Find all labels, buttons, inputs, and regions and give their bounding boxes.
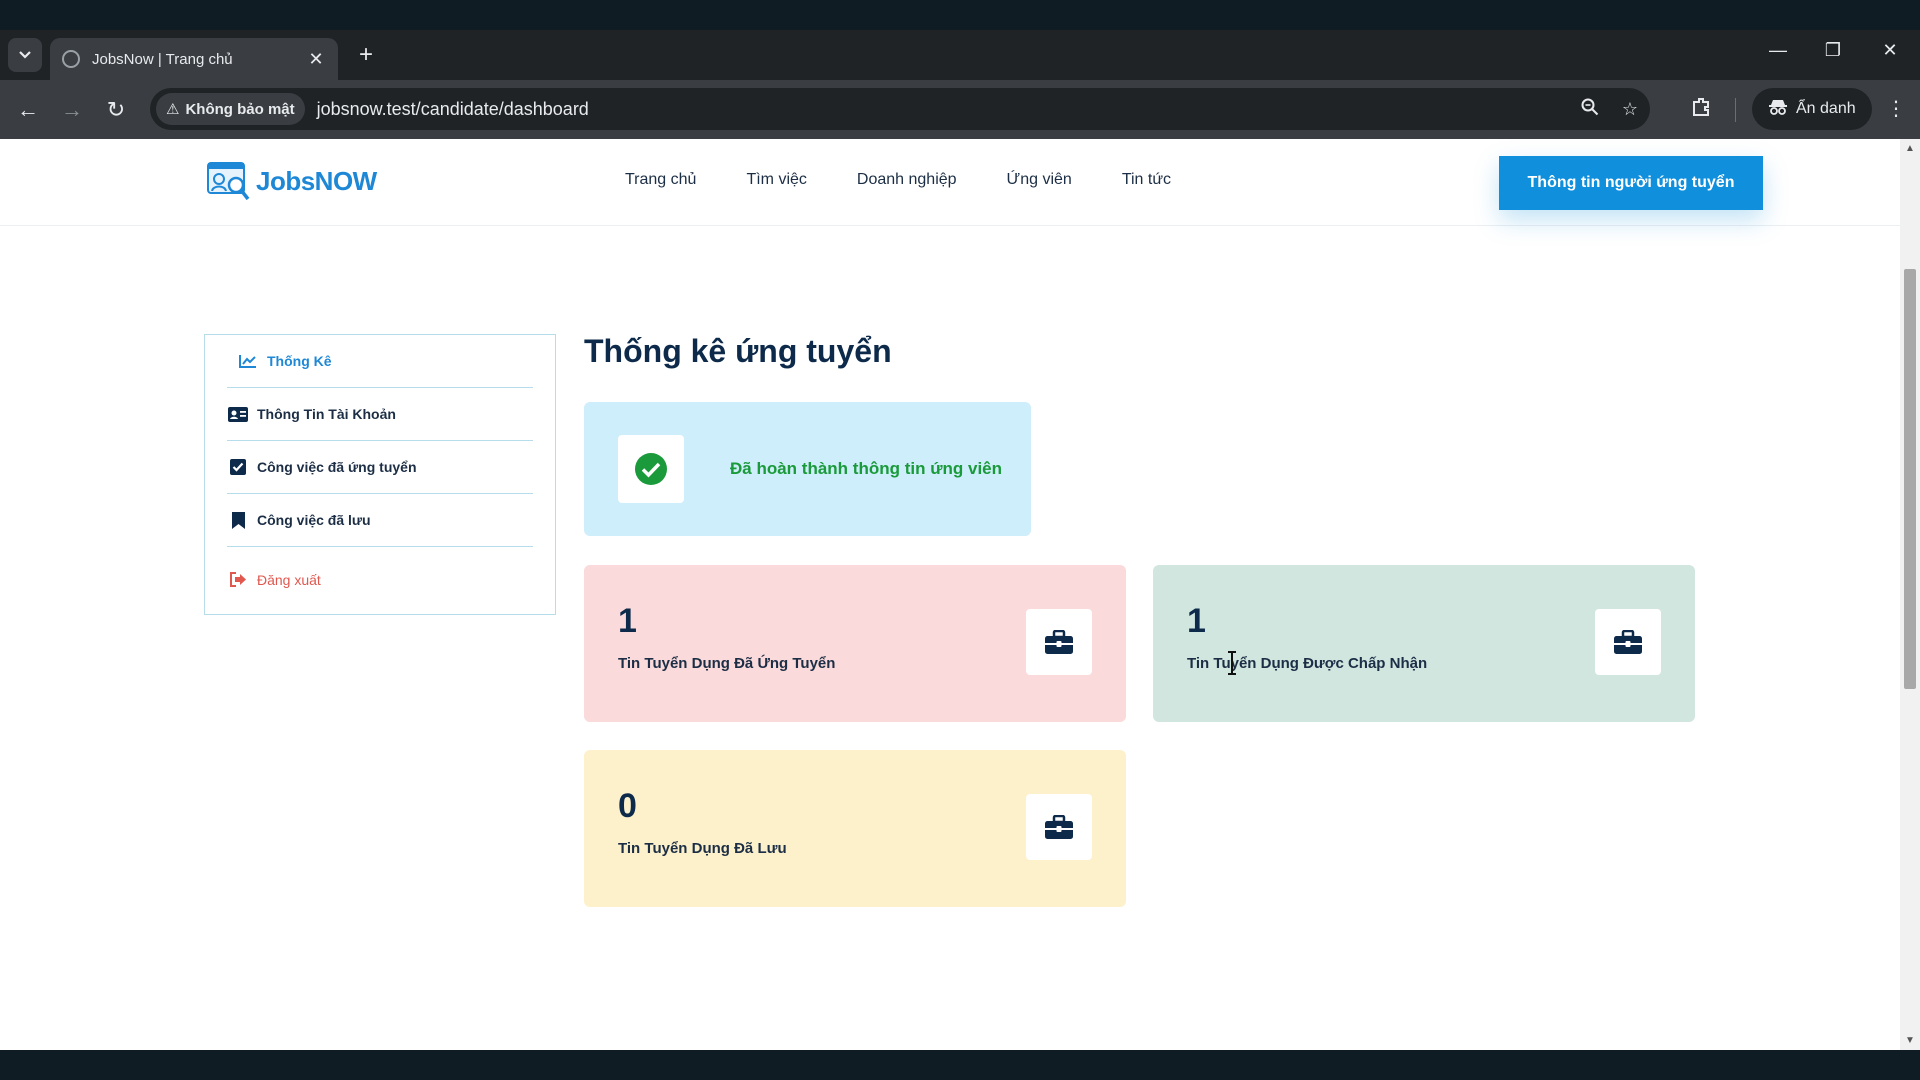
new-tab-button[interactable]: + [352, 42, 380, 70]
reload-icon[interactable]: ↻ [102, 96, 130, 124]
os-top-strip [0, 0, 1920, 30]
profile-complete-card: Đã hoàn thành thông tin ứng viên [584, 402, 1031, 536]
incognito-icon [1768, 99, 1788, 120]
stat-card-applied: 1 Tin Tuyển Dụng Đã Ứng Tuyển [584, 565, 1126, 722]
sidebar-item-label: Công việc đã ứng tuyển [257, 459, 417, 475]
scroll-down-icon[interactable]: ▼ [1900, 1035, 1920, 1046]
sidebar-item-applied-jobs[interactable]: Công việc đã ứng tuyển [227, 441, 533, 494]
sidebar-item-label: Công việc đã lưu [257, 512, 371, 528]
toolbar-divider [1735, 98, 1736, 122]
scrollbar-thumb[interactable] [1904, 269, 1916, 689]
url-text[interactable]: jobsnow.test/candidate/dashboard [317, 99, 1570, 120]
check-circle-icon [635, 453, 667, 485]
globe-icon [62, 50, 80, 68]
page-title: Thống kê ứng tuyển [584, 333, 892, 369]
back-icon[interactable]: ← [14, 96, 42, 124]
checkbox-icon [227, 459, 249, 475]
extensions-icon[interactable] [1690, 96, 1712, 124]
tab-search-button[interactable] [8, 38, 42, 72]
page-viewport: JobsNOW Trang chủ Tìm việc Doanh nghiệp … [0, 139, 1900, 1050]
nav-find-jobs[interactable]: Tìm việc [746, 171, 806, 189]
briefcase-icon [1595, 609, 1661, 675]
restore-icon[interactable]: ❐ [1813, 40, 1853, 61]
page-scrollbar[interactable]: ▲ ▼ [1900, 139, 1920, 1050]
profile-complete-message: Đã hoàn thành thông tin ứng viên [730, 459, 1003, 478]
sidebar-item-label: Thống Kê [267, 353, 332, 369]
candidate-info-button[interactable]: Thông tin người ứng tuyển [1499, 156, 1763, 210]
briefcase-icon [1026, 609, 1092, 675]
tab-close-icon[interactable]: ✕ [306, 49, 326, 70]
bookmark-star-icon[interactable]: ☆ [1610, 99, 1650, 120]
nav-companies[interactable]: Doanh nghiệp [857, 171, 957, 189]
check-badge [618, 435, 684, 503]
briefcase-icon [1026, 794, 1092, 860]
bookmark-icon [227, 511, 249, 529]
logout-icon [227, 572, 249, 587]
scroll-up-icon[interactable]: ▲ [1900, 143, 1920, 154]
site-header: JobsNOW Trang chủ Tìm việc Doanh nghiệp … [0, 139, 1900, 226]
main-nav: Trang chủ Tìm việc Doanh nghiệp Ứng viên… [625, 171, 1221, 189]
sidebar-item-account[interactable]: Thông Tin Tài Khoản [227, 388, 533, 441]
logo-text: JobsNOW [256, 165, 377, 196]
zoom-icon[interactable] [1570, 98, 1610, 121]
id-card-icon [227, 406, 249, 422]
stat-card-accepted: 1 Tin Tuyển Dụng Được Chấp Nhận [1153, 565, 1695, 722]
browser-toolbar: ← → ↻ ⚠ Không bảo mật jobsnow.test/candi… [0, 80, 1920, 139]
window-close-icon[interactable]: ✕ [1870, 40, 1910, 61]
menu-icon[interactable]: ⋮ [1886, 96, 1906, 121]
stat-value: 0 [618, 787, 637, 825]
sidebar-item-label: Đăng xuất [257, 571, 321, 588]
stat-label: Tin Tuyển Dụng Đã Ứng Tuyển [618, 655, 836, 672]
stat-value: 1 [618, 602, 637, 640]
minimize-icon[interactable]: — [1758, 40, 1798, 61]
nav-candidates[interactable]: Ứng viên [1007, 171, 1072, 189]
incognito-badge[interactable]: Ẩn danh [1752, 88, 1872, 130]
chevron-down-icon [19, 51, 31, 59]
os-bottom-strip [0, 1050, 1920, 1080]
security-label: Không bảo mật [185, 100, 295, 118]
stat-label: Tin Tuyển Dụng Đã Lưu [618, 840, 787, 857]
stat-label: Tin Tuyển Dụng Được Chấp Nhận [1187, 655, 1428, 672]
text-cursor-icon [1228, 651, 1236, 675]
nav-news[interactable]: Tin tức [1122, 171, 1171, 189]
browser-tab-bar: JobsNow | Trang chủ ✕ + — ❐ ✕ [0, 30, 1920, 80]
chart-line-icon [237, 354, 259, 368]
forward-icon[interactable]: → [58, 96, 86, 124]
nav-home[interactable]: Trang chủ [625, 171, 696, 189]
site-logo[interactable]: JobsNOW [206, 159, 377, 203]
security-chip[interactable]: ⚠ Không bảo mật [156, 93, 305, 125]
stat-value: 1 [1187, 602, 1206, 640]
warning-icon: ⚠ [166, 101, 180, 118]
incognito-label: Ẩn danh [1796, 100, 1856, 117]
tab-title: JobsNow | Trang chủ [92, 50, 233, 68]
sidebar-item-logout[interactable]: Đăng xuất [227, 547, 533, 612]
stat-card-saved: 0 Tin Tuyển Dụng Đã Lưu [584, 750, 1126, 907]
address-bar[interactable]: ⚠ Không bảo mật jobsnow.test/candidate/d… [150, 88, 1650, 130]
logo-icon [206, 159, 252, 203]
sidebar-item-label: Thông Tin Tài Khoản [257, 406, 396, 422]
sidebar-item-saved-jobs[interactable]: Công việc đã lưu [227, 494, 533, 547]
sidebar-item-statistics[interactable]: Thống Kê [227, 335, 533, 388]
dashboard-sidebar: Thống Kê Thông Tin Tài Khoản Công việc đ… [204, 334, 556, 615]
browser-tab[interactable]: JobsNow | Trang chủ ✕ [50, 38, 338, 80]
